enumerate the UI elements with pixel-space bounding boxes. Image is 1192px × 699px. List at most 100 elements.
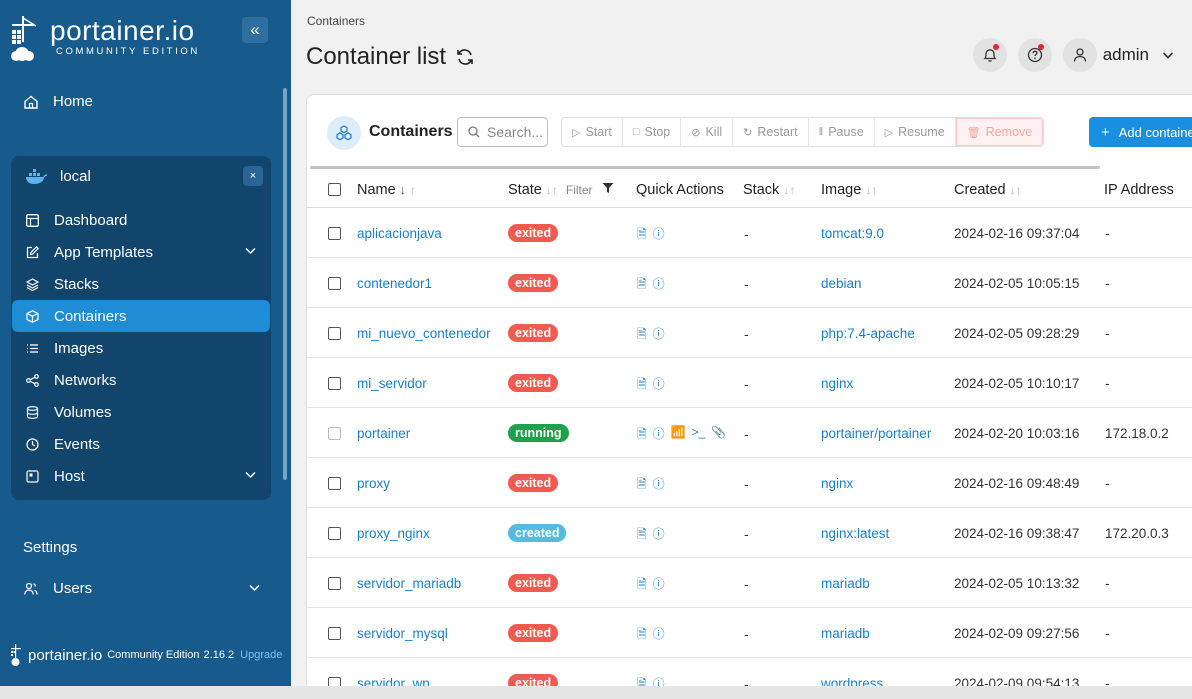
notifications-button[interactable] <box>972 38 1007 72</box>
logs-icon[interactable]: 🗎 <box>637 325 647 346</box>
filter-label[interactable]: Filter <box>566 183 593 197</box>
sidebar-item-settings[interactable]: Settings <box>23 539 77 556</box>
search-input[interactable]: Search... <box>457 117 548 147</box>
sidebar-scrollbar[interactable] <box>283 88 287 480</box>
portainer-logo[interactable]: portainer.io COMMUNITY EDITION <box>10 16 200 62</box>
sidebar-item-dashboard[interactable]: Dashboard <box>12 204 270 236</box>
resume-button[interactable]: ▷ Resume <box>875 118 956 146</box>
info-icon[interactable]: ⓘ <box>653 475 665 496</box>
info-icon[interactable]: ⓘ <box>653 275 665 296</box>
info-icon[interactable]: ⓘ <box>653 375 665 396</box>
close-environment-button[interactable]: × <box>243 166 263 186</box>
image-link[interactable]: mariadb <box>821 626 870 641</box>
row-checkbox[interactable] <box>328 527 341 540</box>
kill-button[interactable]: ⊘ Kill <box>681 118 734 146</box>
container-name-link[interactable]: proxy_nginx <box>357 526 430 541</box>
image-link[interactable]: nginx:latest <box>821 526 889 541</box>
environment-header[interactable]: local <box>25 168 91 185</box>
container-name-link[interactable]: contenedor1 <box>357 276 432 291</box>
info-icon[interactable]: ⓘ <box>653 525 665 546</box>
image-link[interactable]: mariadb <box>821 576 870 591</box>
status-badge: exited <box>508 624 559 642</box>
row-checkbox[interactable] <box>328 627 341 640</box>
restart-button[interactable]: ↻ Restart <box>733 118 809 146</box>
row-checkbox[interactable] <box>328 277 341 290</box>
image-link[interactable]: php:7.4-apache <box>821 326 915 341</box>
container-name-link[interactable]: mi_nuevo_contenedor <box>357 326 491 341</box>
column-header-image[interactable]: Image ↓↑ <box>821 182 877 198</box>
image-link[interactable]: nginx <box>821 376 853 391</box>
info-icon[interactable]: ⓘ <box>653 625 665 646</box>
row-checkbox[interactable] <box>328 577 341 590</box>
chevron-down-icon[interactable] <box>1162 49 1174 61</box>
remove-button[interactable]: 🗑 Remove <box>955 118 1044 146</box>
username[interactable]: admin <box>1103 45 1149 65</box>
pause-button[interactable]: ‖ Pause <box>809 118 875 146</box>
logs-icon[interactable]: 🗎 <box>637 475 647 496</box>
select-all-checkbox[interactable] <box>328 183 341 196</box>
sidebar-item-home[interactable]: Home <box>24 93 93 110</box>
collapse-sidebar-button[interactable]: « <box>242 17 268 43</box>
container-name-link[interactable]: proxy <box>357 476 390 491</box>
info-icon[interactable]: ⓘ <box>653 575 665 596</box>
user-avatar[interactable] <box>1062 38 1097 72</box>
logs-icon[interactable]: 🗎 <box>637 425 647 446</box>
start-label: Start <box>585 125 612 139</box>
logs-icon[interactable]: 🗎 <box>637 625 647 646</box>
sidebar-item-users[interactable]: Users <box>24 580 260 597</box>
user-icon <box>1073 48 1086 62</box>
image-link[interactable]: nginx <box>821 476 853 491</box>
image-link[interactable]: tomcat:9.0 <box>821 226 884 241</box>
list-icon <box>25 341 39 355</box>
row-checkbox[interactable] <box>328 377 341 390</box>
logs-icon[interactable]: 🗎 <box>637 375 647 396</box>
sidebar-item-containers[interactable]: Containers <box>12 300 270 332</box>
image-link[interactable]: portainer/portainer <box>821 426 931 441</box>
share-icon <box>25 373 39 387</box>
logs-icon[interactable]: 🗎 <box>637 525 647 546</box>
double-chevron-left-icon: « <box>250 20 260 39</box>
row-checkbox[interactable] <box>328 227 341 240</box>
column-header-name[interactable]: Name ↓ ↑ <box>357 182 416 198</box>
container-name-link[interactable]: servidor_mariadb <box>357 576 461 591</box>
logs-icon[interactable]: 🗎 <box>637 575 647 596</box>
help-button[interactable] <box>1017 38 1052 72</box>
info-icon[interactable]: ⓘ <box>653 425 665 446</box>
sidebar-item-stacks[interactable]: Stacks <box>12 268 270 300</box>
horizontal-scrollbar[interactable] <box>310 166 1100 169</box>
table-title: Containers <box>369 123 453 140</box>
container-name-link[interactable]: servidor_mysql <box>357 626 448 641</box>
sidebar-item-images[interactable]: Images <box>12 332 270 364</box>
start-button[interactable]: ▷ Start <box>562 118 623 146</box>
row-checkbox[interactable] <box>328 327 341 340</box>
logs-icon[interactable]: 🗎 <box>637 225 647 246</box>
filter-icon[interactable] <box>602 182 614 194</box>
status-badge: exited <box>508 224 559 242</box>
column-header-stack[interactable]: Stack ↓↑ <box>743 182 795 198</box>
column-header-state[interactable]: State ↓↑ Filter <box>508 182 614 198</box>
stats-icon[interactable]: 📶 <box>671 425 686 446</box>
info-icon[interactable]: ⓘ <box>653 325 665 346</box>
attach-icon[interactable]: 📎 <box>711 425 726 446</box>
console-icon[interactable]: >_ <box>692 425 706 446</box>
logs-icon[interactable]: 🗎 <box>637 275 647 296</box>
sidebar-item-networks[interactable]: Networks <box>12 364 270 396</box>
sidebar-item-app-templates[interactable]: App Templates <box>12 236 270 268</box>
container-name-link[interactable]: portainer <box>357 426 410 441</box>
sidebar-item-events[interactable]: Events <box>12 428 270 460</box>
table-row: servidor_mysql exited 🗎 ⓘ - mariadb 2024-… <box>307 608 1192 658</box>
sidebar-item-host[interactable]: Host <box>12 460 270 492</box>
container-name-link[interactable]: mi_servidor <box>357 376 427 391</box>
stop-button[interactable]: □ Stop <box>623 118 682 146</box>
column-header-created[interactable]: Created ↓↑ <box>954 182 1022 198</box>
info-icon[interactable]: ⓘ <box>653 225 665 246</box>
image-link[interactable]: debian <box>821 276 862 291</box>
column-label: IP Address <box>1104 182 1174 198</box>
column-header-ip[interactable]: IP Address <box>1104 182 1174 198</box>
row-checkbox[interactable] <box>328 477 341 490</box>
container-name-link[interactable]: aplicacionjava <box>357 226 442 241</box>
add-container-button[interactable]: + Add container <box>1089 117 1192 147</box>
sidebar-item-volumes[interactable]: Volumes <box>12 396 270 428</box>
refresh-icon[interactable] <box>455 47 475 67</box>
upgrade-link[interactable]: Upgrade <box>240 649 282 661</box>
